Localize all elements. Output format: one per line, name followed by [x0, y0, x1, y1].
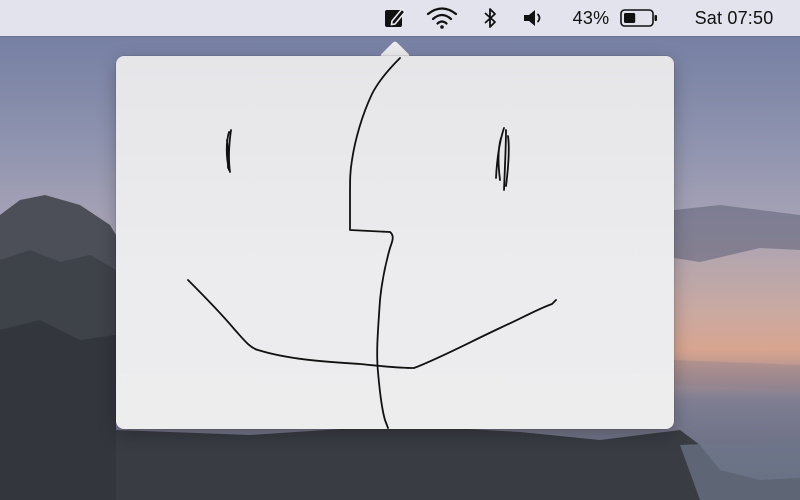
menu-bar: 43% Sat 07:50	[0, 0, 800, 36]
bluetooth-icon[interactable]	[478, 0, 502, 36]
note-app-icon[interactable]	[380, 0, 410, 36]
battery-percentage: 43%	[572, 7, 610, 28]
sketch-stroke-left-eye	[225, 129, 232, 173]
sketch-stroke-profile	[349, 57, 401, 429]
sketch-stroke-right-eye	[495, 127, 510, 191]
drawing-canvas[interactable]	[116, 56, 674, 429]
clock[interactable]: Sat 07:50	[680, 0, 788, 36]
sketch-stroke-smile	[187, 279, 557, 369]
wifi-icon[interactable]	[424, 0, 460, 36]
drawing-popover	[116, 56, 674, 429]
battery-icon[interactable]	[618, 0, 660, 36]
volume-icon[interactable]	[520, 0, 548, 36]
